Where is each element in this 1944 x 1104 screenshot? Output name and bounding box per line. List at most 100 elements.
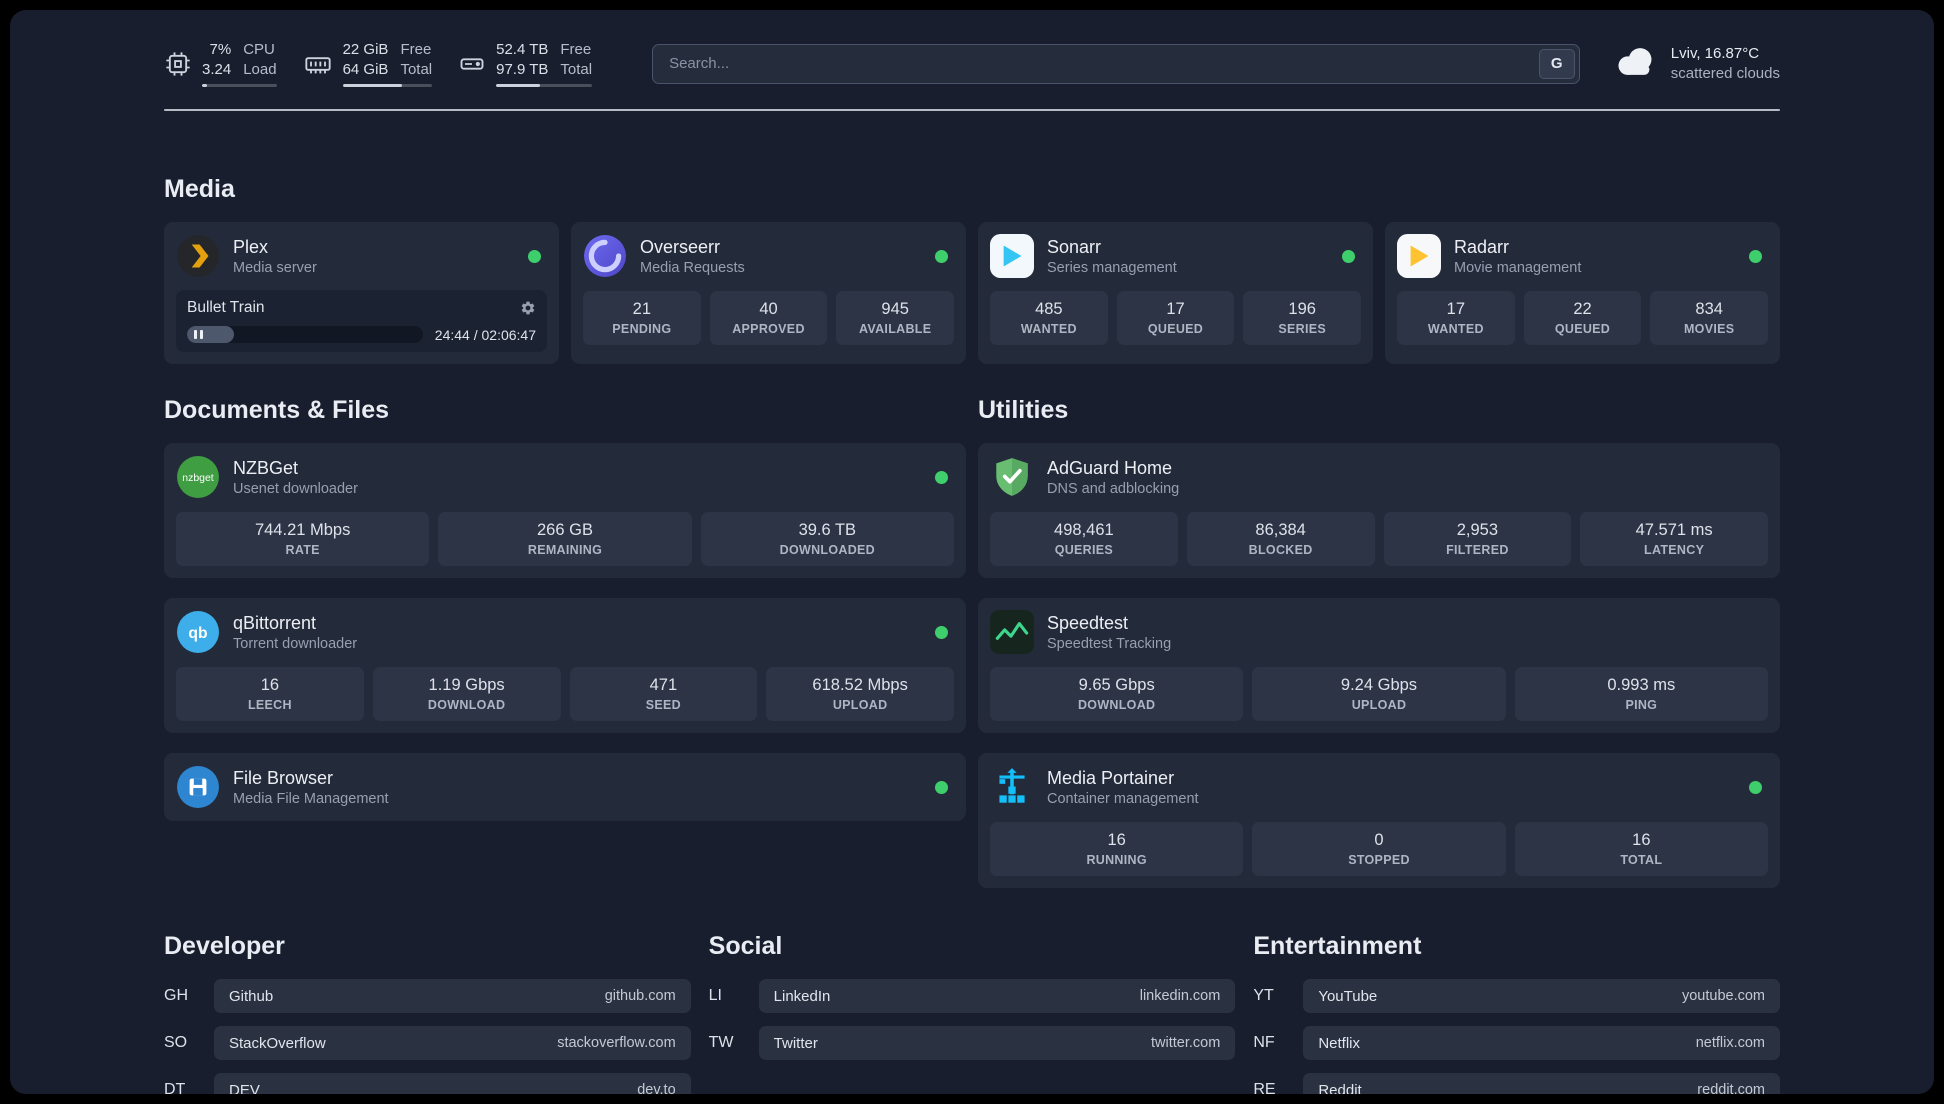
section-title-documents: Documents & Files [164, 396, 390, 424]
service-card-qbittorrent: qb qBittorrent Torrent downloader 16 LEEC… [164, 598, 966, 733]
service-link-nzbget[interactable]: NZBGet Usenet downloader [233, 458, 358, 497]
stat-tile: 485 WANTED [990, 291, 1108, 345]
stat-value: 16 [260, 676, 280, 694]
bookmark-link[interactable]: Netflix netflix.com [1303, 1026, 1780, 1060]
cpu-icon [164, 40, 192, 87]
bookmark-link[interactable]: YouTube youtube.com [1303, 979, 1780, 1013]
disk-free-label: Free [560, 41, 592, 58]
stat-value: 945 [881, 300, 909, 318]
search-bar: G [652, 43, 1580, 84]
service-stats: 16 RUNNING 0 STOPPED 16 TOTAL [990, 822, 1768, 876]
status-dot [935, 470, 948, 484]
bookmark-url: github.com [604, 988, 676, 1004]
stat-value: 86,384 [1255, 521, 1306, 539]
bookmark-row: GH Github github.com [164, 979, 691, 1013]
playback-progress-bar[interactable] [187, 326, 423, 343]
service-name: Overseerr [640, 236, 721, 257]
service-card-radarr: Radarr Movie management 17 WANTED 22 QUEUED… [1385, 222, 1780, 364]
portainer-crane-icon [990, 765, 1034, 809]
bookmark-name: YouTube [1318, 987, 1378, 1005]
bookmark-link[interactable]: Github github.com [214, 979, 691, 1013]
bookmark-abbr: DT [164, 1081, 186, 1094]
stat-label: MOVIES [1683, 322, 1735, 336]
service-link-qbittorrent[interactable]: qBittorrent Torrent downloader [233, 613, 357, 652]
settings-gear-icon[interactable] [520, 300, 536, 316]
service-card-plex: Plex Media server Bullet Train 24:44 / 0… [164, 222, 559, 364]
stat-value: 0.993 ms [1607, 676, 1676, 694]
pause-icon[interactable] [194, 330, 203, 339]
service-card-portainer: Media Portainer Container management 16 R… [978, 753, 1780, 888]
service-link-speedtest[interactable]: Speedtest Speedtest Tracking [1047, 613, 1171, 652]
service-name: AdGuard Home [1047, 457, 1173, 478]
stat-label: BLOCKED [1248, 543, 1313, 557]
stat-tile: 834 MOVIES [1650, 291, 1769, 345]
status-dot [935, 780, 948, 794]
section-title-media: Media [164, 175, 235, 203]
service-description: Media server [233, 259, 317, 276]
cloud-icon [1614, 45, 1658, 83]
service-link-portainer[interactable]: Media Portainer Container management [1047, 768, 1199, 807]
top-bar: 7% 3.24 CPU Load 22 GiB 64 GiB Free Tota… [164, 10, 1780, 87]
disk-icon [458, 40, 486, 87]
stat-value: 471 [649, 676, 678, 694]
memory-free-label: Free [400, 41, 432, 58]
google-provider-button[interactable]: G [1538, 48, 1575, 79]
stat-label: APPROVED [732, 322, 805, 336]
bookmark-link[interactable]: DEV dev.to [214, 1073, 691, 1094]
cpu-resource-widget: 7% 3.24 CPU Load [164, 40, 277, 87]
service-link-adguard[interactable]: AdGuard Home DNS and adblocking [1047, 458, 1179, 497]
stat-label: WANTED [1020, 322, 1077, 336]
stat-tile: 39.6 TB DOWNLOADED [700, 512, 954, 566]
stat-tile: 471 SEED [569, 667, 758, 721]
svg-text:nzbget: nzbget [182, 473, 214, 484]
weather-condition: scattered clouds [1670, 65, 1780, 82]
service-card-sonarr: Sonarr Series management 485 WANTED 17 QUEU… [978, 222, 1373, 364]
service-name: NZBGet [233, 457, 299, 478]
bookmark-abbr: YT [1253, 987, 1274, 1004]
service-stats: 17 WANTED 22 QUEUED 834 MOVIES [1397, 291, 1769, 345]
search-input[interactable] [652, 43, 1580, 84]
stat-tile: 744.21 Mbps RATE [176, 512, 430, 566]
stat-value: 266 GB [537, 521, 593, 539]
service-description: Speedtest Tracking [1047, 635, 1172, 652]
nzbget-icon: nzbget [176, 455, 220, 499]
bookmark-name: Github [229, 987, 274, 1005]
weather-widget: Lviv, 16.87°C scattered clouds [1614, 45, 1780, 83]
service-name: Speedtest [1047, 612, 1129, 633]
service-link-radarr[interactable]: Radarr Movie management [1454, 237, 1581, 276]
bookmark-link[interactable]: LinkedIn linkedin.com [758, 979, 1236, 1013]
bookmark-abbr: LI [708, 987, 722, 1004]
service-stats: 9.65 Gbps DOWNLOAD 9.24 Gbps UPLOAD 0.993 ms… [990, 667, 1768, 721]
bookmark-group-developer: Developer GH Github github.com SO StackOverf… [164, 932, 691, 1094]
section-title-utilities: Utilities [978, 396, 1069, 424]
bookmark-link[interactable]: Reddit reddit.com [1303, 1073, 1780, 1094]
status-dot [1749, 249, 1762, 263]
stat-label: SEED [645, 698, 681, 712]
bookmark-group-title: Social [708, 932, 783, 960]
stat-tile: 618.52 Mbps UPLOAD [766, 667, 954, 721]
disk-progress-bar [496, 84, 593, 87]
memory-resource-widget: 22 GiB 64 GiB Free Total [303, 40, 433, 87]
memory-progress-bar [342, 84, 433, 87]
stat-value: 40 [759, 300, 778, 318]
stat-tile: 40 APPROVED [709, 291, 828, 345]
bookmark-url: linkedin.com [1139, 988, 1221, 1004]
stat-tile: 47.571 ms LATENCY [1580, 512, 1768, 566]
adguard-shield-icon [990, 455, 1034, 499]
service-link-overseerr[interactable]: Overseerr Media Requests [640, 237, 745, 276]
memory-total-label: Total [400, 60, 433, 78]
bookmark-link[interactable]: StackOverflow stackoverflow.com [214, 1026, 691, 1060]
stat-tile: 17 WANTED [1397, 291, 1515, 345]
section-documents: Documents & Files nzbget NZBGet Usenet d… [164, 396, 966, 821]
service-description: Torrent downloader [233, 635, 358, 652]
service-link-filebrowser[interactable]: File Browser Media File Management [233, 768, 389, 807]
service-link-plex[interactable]: Plex Media server [233, 237, 317, 276]
stat-label: PENDING [612, 322, 672, 336]
service-description: Media File Management [233, 790, 389, 807]
bookmark-abbr: SO [164, 1034, 188, 1051]
stat-value: 9.24 Gbps [1340, 676, 1418, 694]
service-card-speedtest: Speedtest Speedtest Tracking 9.65 Gbps DO… [978, 598, 1780, 733]
qbittorrent-icon: qb [176, 610, 220, 654]
service-link-sonarr[interactable]: Sonarr Series management [1047, 237, 1177, 276]
bookmark-link[interactable]: Twitter twitter.com [758, 1026, 1236, 1060]
